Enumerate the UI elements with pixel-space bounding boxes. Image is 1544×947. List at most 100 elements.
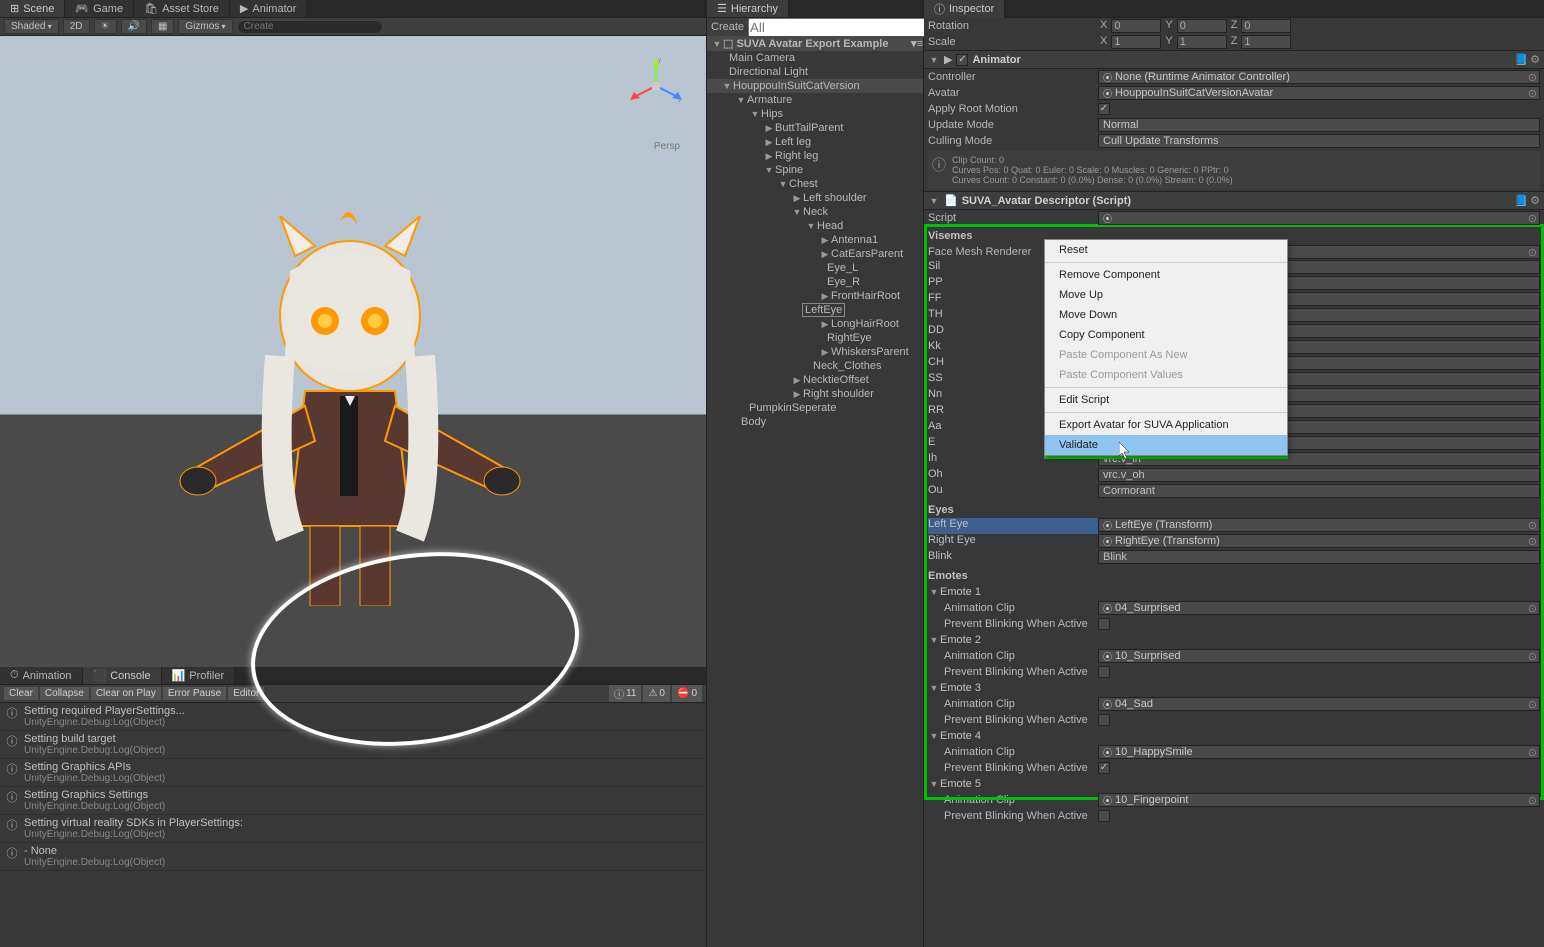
collapse-button[interactable]: Collapse bbox=[40, 687, 89, 700]
animation-clip-field[interactable]: 04_Sad bbox=[1098, 697, 1540, 711]
gear-icon[interactable]: ⚙ bbox=[1530, 53, 1540, 66]
animation-clip-field[interactable]: 04_Surprised bbox=[1098, 601, 1540, 615]
tree-item[interactable]: ▼Chest bbox=[707, 177, 923, 191]
emote-header[interactable]: ▼Emote 2 bbox=[924, 632, 1544, 648]
fx-toggle[interactable]: ▦ bbox=[151, 19, 174, 34]
log-entry[interactable]: ⓘSetting Graphics SettingsUnityEngine.De… bbox=[0, 787, 706, 815]
emote-header[interactable]: ▼Emote 3 bbox=[924, 680, 1544, 696]
avatar-field[interactable]: HouppouInSuitCatVersionAvatar bbox=[1098, 86, 1540, 100]
log-entry[interactable]: ⓘSetting virtual reality SDKs in PlayerS… bbox=[0, 815, 706, 843]
hierarchy-tree[interactable]: ▼⬚ SUVA Avatar Export Example▾≡ Main Cam… bbox=[707, 36, 923, 947]
tree-item[interactable]: ▶CatEarsParent bbox=[707, 247, 923, 261]
blink-field[interactable]: Blink bbox=[1098, 550, 1540, 564]
scale-z[interactable]: 1 bbox=[1241, 35, 1291, 49]
log-entry[interactable]: ⓘ- NoneUnityEngine.Debug:Log(Object) bbox=[0, 843, 706, 871]
menu-copy[interactable]: Copy Component bbox=[1045, 325, 1287, 345]
scene-search-input[interactable] bbox=[237, 20, 383, 34]
tree-item[interactable]: Body bbox=[707, 415, 923, 429]
hierarchy-search-input[interactable] bbox=[748, 18, 929, 37]
menu-edit-script[interactable]: Edit Script bbox=[1045, 390, 1287, 410]
animation-clip-field[interactable]: 10_Surprised bbox=[1098, 649, 1540, 663]
prevent-blink-checkbox[interactable] bbox=[1098, 810, 1110, 822]
controller-field[interactable]: None (Runtime Animator Controller) bbox=[1098, 70, 1540, 84]
inspector-tab[interactable]: ⓘ Inspector bbox=[924, 0, 1005, 19]
tree-item-lefteye[interactable]: LeftEye bbox=[802, 303, 845, 317]
asset-store-tab[interactable]: 🛍Asset Store bbox=[134, 0, 230, 17]
tree-item[interactable]: ▼Armature bbox=[707, 93, 923, 107]
right-eye-field[interactable]: RightEye (Transform) bbox=[1098, 534, 1540, 548]
tree-item[interactable]: ▶Right shoulder bbox=[707, 387, 923, 401]
animator-component-header[interactable]: ▼▶ Animator 📘⚙ bbox=[924, 50, 1544, 69]
tree-item[interactable]: ▼Spine bbox=[707, 163, 923, 177]
prevent-blink-checkbox[interactable] bbox=[1098, 666, 1110, 678]
scene-root[interactable]: ▼⬚ SUVA Avatar Export Example▾≡ bbox=[707, 36, 923, 51]
menu-move-down[interactable]: Move Down bbox=[1045, 305, 1287, 325]
audio-toggle[interactable]: 🔊 bbox=[121, 19, 147, 34]
mode-2d-toggle[interactable]: 2D bbox=[63, 19, 90, 34]
tree-item[interactable]: Eye_R bbox=[707, 275, 923, 289]
tree-item[interactable]: ▶WhiskersParent bbox=[707, 345, 923, 359]
orientation-gizmo[interactable]: y z bbox=[626, 56, 686, 116]
clear-on-play-button[interactable]: Clear on Play bbox=[91, 687, 161, 700]
culling-mode-dropdown[interactable]: Cull Update Transforms bbox=[1098, 134, 1540, 148]
tree-item[interactable]: PumpkinSeperate bbox=[707, 401, 923, 415]
rot-x[interactable]: 0 bbox=[1111, 19, 1161, 33]
prevent-blink-checkbox[interactable] bbox=[1098, 762, 1110, 774]
info-count[interactable]: ⓘ11 bbox=[609, 685, 641, 702]
tree-item[interactable]: ▼Head bbox=[707, 219, 923, 233]
tree-item[interactable]: Neck_Clothes bbox=[707, 359, 923, 373]
prevent-blink-checkbox[interactable] bbox=[1098, 618, 1110, 630]
script-field[interactable] bbox=[1098, 211, 1540, 225]
persp-label[interactable]: Persp bbox=[654, 141, 680, 152]
game-tab[interactable]: 🎮Game bbox=[65, 0, 134, 17]
left-eye-field[interactable]: LeftEye (Transform) bbox=[1098, 518, 1540, 532]
error-count[interactable]: ⛔0 bbox=[672, 685, 702, 702]
tree-item[interactable]: ▼Hips bbox=[707, 107, 923, 121]
avatar-model[interactable] bbox=[150, 196, 560, 606]
animator-tab[interactable]: ▶Animator bbox=[230, 0, 308, 17]
emote-header[interactable]: ▼Emote 5 bbox=[924, 776, 1544, 792]
hierarchy-tab[interactable]: ☰ Hierarchy bbox=[707, 0, 789, 17]
tree-item[interactable]: ▶LongHairRoot bbox=[707, 317, 923, 331]
docs-icon[interactable]: 📘 bbox=[1514, 53, 1528, 66]
profiler-tab[interactable]: 📊 Profiler bbox=[162, 667, 236, 684]
create-dropdown[interactable]: Create bbox=[711, 21, 744, 33]
rot-y[interactable]: 0 bbox=[1177, 19, 1227, 33]
tree-item[interactable]: ▼HouppouInSuitCatVersion bbox=[707, 79, 923, 93]
emote-header[interactable]: ▼Emote 4 bbox=[924, 728, 1544, 744]
suva-component-header[interactable]: ▼📄 SUVA_Avatar Descriptor (Script) 📘⚙ bbox=[924, 191, 1544, 210]
animator-enabled-checkbox[interactable] bbox=[956, 54, 968, 66]
root-motion-checkbox[interactable] bbox=[1098, 103, 1110, 115]
log-entry[interactable]: ⓘSetting Graphics APIsUnityEngine.Debug:… bbox=[0, 759, 706, 787]
lighting-toggle[interactable]: ☀ bbox=[94, 19, 117, 34]
rot-z[interactable]: 0 bbox=[1241, 19, 1291, 33]
error-pause-button[interactable]: Error Pause bbox=[163, 687, 226, 700]
scale-y[interactable]: 1 bbox=[1177, 35, 1227, 49]
shading-mode-dropdown[interactable]: Shaded bbox=[4, 19, 59, 34]
tree-item[interactable]: RightEye bbox=[707, 331, 923, 345]
tree-item[interactable]: Main Camera bbox=[707, 51, 923, 65]
tree-item[interactable]: ▶ButtTailParent bbox=[707, 121, 923, 135]
console-log[interactable]: ⓘSetting required PlayerSettings...Unity… bbox=[0, 703, 706, 947]
tree-item[interactable]: ▶FrontHairRoot bbox=[707, 289, 923, 303]
gizmos-dropdown[interactable]: Gizmos bbox=[178, 19, 232, 34]
log-entry[interactable]: ⓘSetting build targetUnityEngine.Debug:L… bbox=[0, 731, 706, 759]
log-entry[interactable]: ⓘSetting required PlayerSettings...Unity… bbox=[0, 703, 706, 731]
tree-item[interactable]: Eye_L bbox=[707, 261, 923, 275]
tree-item[interactable]: ▶Left shoulder bbox=[707, 191, 923, 205]
viseme-field[interactable]: vrc.v_oh bbox=[1098, 468, 1540, 482]
tree-item[interactable]: ▶Right leg bbox=[707, 149, 923, 163]
emote-header[interactable]: ▼Emote 1 bbox=[924, 584, 1544, 600]
prevent-blink-checkbox[interactable] bbox=[1098, 714, 1110, 726]
update-mode-dropdown[interactable]: Normal bbox=[1098, 118, 1540, 132]
viseme-field[interactable]: Cormorant bbox=[1098, 484, 1540, 498]
menu-export-suva[interactable]: Export Avatar for SUVA Application bbox=[1045, 415, 1287, 435]
docs-icon[interactable]: 📘 bbox=[1514, 194, 1528, 207]
tree-item[interactable]: ▶Antenna1 bbox=[707, 233, 923, 247]
tree-item[interactable]: ▶Left leg bbox=[707, 135, 923, 149]
menu-remove[interactable]: Remove Component bbox=[1045, 265, 1287, 285]
scene-view[interactable]: y z Persp bbox=[0, 36, 706, 667]
menu-reset[interactable]: Reset bbox=[1045, 240, 1287, 260]
gear-icon[interactable]: ⚙ bbox=[1530, 194, 1540, 207]
animation-clip-field[interactable]: 10_HappySmile bbox=[1098, 745, 1540, 759]
